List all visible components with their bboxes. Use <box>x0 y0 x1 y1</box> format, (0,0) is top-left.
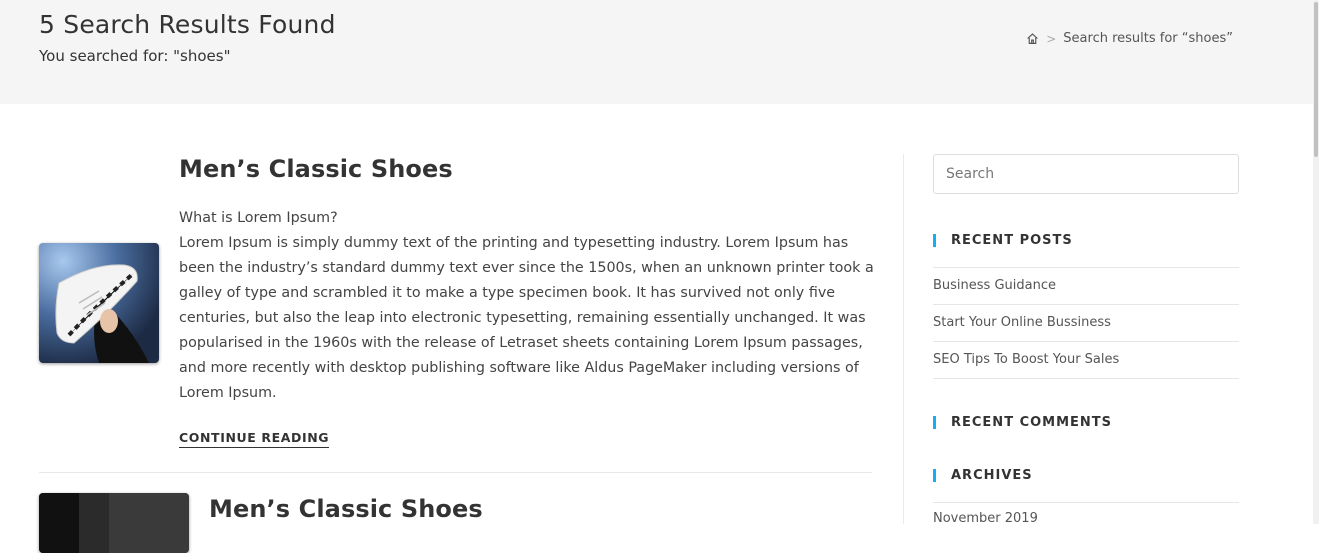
archives-title: Archives <box>933 469 1033 482</box>
recent-post-link[interactable]: SEO Tips To Boost Your Sales <box>933 352 1119 367</box>
recent-posts-list: Business Guidance Start Your Online Buss… <box>933 267 1239 379</box>
recent-posts-title: Recent Posts <box>933 234 1073 247</box>
post-title[interactable]: Men’s Classic Shoes <box>209 495 483 523</box>
recent-comments-title: Recent Comments <box>933 416 1112 429</box>
post-thumbnail[interactable] <box>39 493 189 553</box>
scrollbar-thumb[interactable] <box>1314 2 1318 157</box>
divider <box>933 502 1239 503</box>
continue-reading-link[interactable]: Continue Reading <box>179 430 330 448</box>
recent-post-link[interactable]: Business Guidance <box>933 278 1056 293</box>
home-icon[interactable] <box>1026 32 1039 45</box>
shoe-image <box>39 493 189 553</box>
post-title[interactable]: Men’s Classic Shoes <box>179 155 453 183</box>
search-query-subheading: You searched for: "shoes" <box>39 47 231 65</box>
post-thumbnail[interactable] <box>39 243 159 363</box>
breadcrumb: > Search results for “shoes” <box>1026 31 1233 46</box>
post-divider <box>39 472 872 473</box>
page-title: 5 Search Results Found <box>39 10 336 39</box>
shoe-image <box>39 243 159 363</box>
sidebar-divider <box>903 154 904 524</box>
scrollbar[interactable] <box>1313 0 1319 524</box>
page-header: 5 Search Results Found You searched for:… <box>0 0 1313 104</box>
recent-post-link[interactable]: Start Your Online Bussiness <box>933 315 1111 330</box>
post-excerpt: What is Lorem Ipsum? Lorem Ipsum is simp… <box>179 206 879 406</box>
breadcrumb-current: Search results for “shoes” <box>1063 31 1233 46</box>
list-item: SEO Tips To Boost Your Sales <box>933 341 1239 379</box>
excerpt-heading: What is Lorem Ipsum? <box>179 210 338 226</box>
excerpt-body: Lorem Ipsum is simply dummy text of the … <box>179 235 874 401</box>
list-item: Business Guidance <box>933 267 1239 304</box>
list-item: Start Your Online Bussiness <box>933 304 1239 341</box>
breadcrumb-separator: > <box>1046 31 1057 46</box>
search-input[interactable] <box>933 154 1239 194</box>
